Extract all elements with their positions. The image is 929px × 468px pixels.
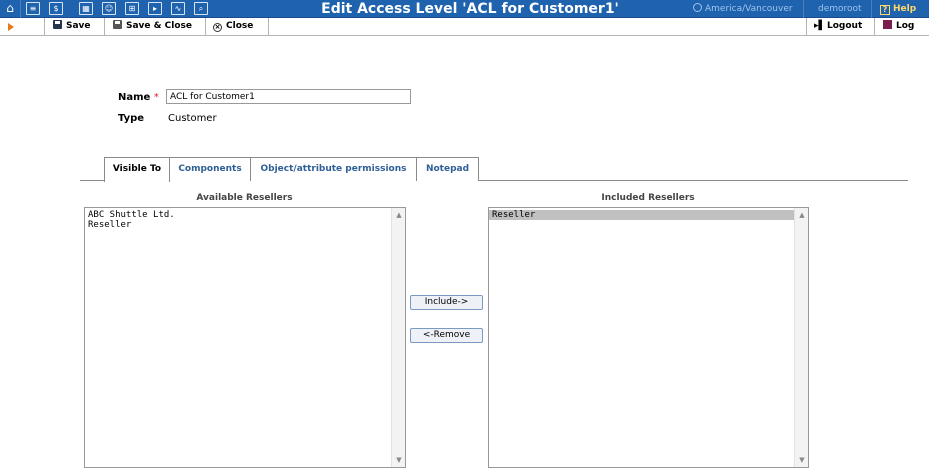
included-resellers-title: Included Resellers [601, 193, 695, 203]
list-item[interactable]: ABC Shuttle Ltd. [85, 210, 405, 220]
list-item[interactable]: Reseller [489, 210, 808, 220]
logout-label: Logout [827, 21, 863, 31]
clock-icon [693, 3, 702, 12]
log-button[interactable]: Log [883, 18, 914, 35]
close-icon: × [213, 23, 222, 32]
page-title: Edit Access Level 'ACL for Customer1' [321, 1, 619, 17]
help-icon: ? [880, 5, 890, 15]
tab-components[interactable]: Components [169, 157, 251, 181]
toolbar-separator [874, 18, 875, 36]
name-label-text: Name [118, 92, 151, 103]
save-button[interactable]: Save [53, 18, 91, 35]
tab-visible-to[interactable]: Visible To [104, 157, 170, 182]
toolbar-separator [205, 18, 206, 36]
included-resellers-list[interactable]: Reseller ▲ ▼ [488, 207, 809, 468]
forward-icon[interactable]: ▸ [148, 2, 162, 15]
save-close-button[interactable]: Save & Close [113, 18, 192, 35]
expand-arrow-icon[interactable] [8, 23, 14, 31]
top-separator [871, 0, 872, 18]
home-icon[interactable]: ⌂ [3, 2, 17, 15]
close-label: Close [226, 21, 254, 31]
toolbar-separator [44, 18, 45, 36]
save-close-icon [113, 20, 122, 29]
dollar-icon[interactable]: $ [49, 2, 63, 15]
list-item[interactable]: Reseller [85, 220, 405, 230]
scroll-down-icon[interactable]: ▼ [393, 454, 405, 466]
log-icon [883, 20, 892, 29]
search-icon[interactable]: ⌕ [194, 2, 208, 15]
available-resellers-list[interactable]: ABC Shuttle Ltd. Reseller ▲ ▼ [84, 207, 406, 468]
chart-icon[interactable]: ∿ [171, 2, 185, 15]
save-close-label: Save & Close [126, 21, 192, 31]
person-icon[interactable]: ☺ [102, 2, 116, 15]
name-input[interactable] [166, 89, 411, 104]
timezone-text: America/Vancouver [705, 4, 793, 14]
scroll-up-icon[interactable]: ▲ [796, 209, 808, 221]
name-label: Name * [118, 91, 159, 104]
include-button[interactable]: Include-> [410, 295, 483, 310]
toolbar-separator [268, 18, 269, 36]
save-label: Save [66, 21, 91, 31]
type-label: Type [118, 113, 145, 124]
scroll-up-icon[interactable]: ▲ [393, 209, 405, 221]
log-label: Log [896, 21, 915, 31]
help-text: Help [893, 4, 917, 14]
grid-icon[interactable]: ▦ [79, 2, 93, 15]
list-icon[interactable]: ≡ [26, 2, 40, 15]
remove-button[interactable]: <-Remove [410, 328, 483, 343]
scrollbar[interactable]: ▲ ▼ [391, 208, 405, 467]
top-separator [803, 0, 804, 18]
logout-icon: ▸▌ [814, 21, 826, 31]
close-button[interactable]: × Close [213, 18, 253, 35]
tab-object-attribute-permissions[interactable]: Object/attribute permissions [250, 157, 417, 181]
top-bar: ⌂ ≡ $ ▦ ☺ ⊞ ▸ ∿ ⌕ Edit Access Level 'ACL… [0, 0, 929, 18]
network-icon[interactable]: ⊞ [125, 2, 139, 15]
help-link[interactable]: ? Help [880, 3, 916, 15]
timezone-link[interactable]: America/Vancouver [693, 3, 793, 15]
tab-notepad[interactable]: Notepad [416, 157, 479, 181]
scrollbar[interactable]: ▲ ▼ [794, 208, 808, 467]
scroll-down-icon[interactable]: ▼ [796, 454, 808, 466]
save-icon [53, 20, 62, 29]
required-marker: * [153, 92, 159, 103]
type-value: Customer [168, 113, 217, 124]
toolbar-separator [104, 18, 105, 36]
toolbar: Save Save & Close × Close ▸▌ Logout Log [0, 18, 929, 36]
user-link[interactable]: demoroot [818, 3, 862, 15]
top-separator [20, 0, 21, 18]
logout-button[interactable]: ▸▌ Logout [814, 18, 862, 35]
toolbar-separator [806, 18, 807, 36]
available-resellers-title: Available Resellers [196, 193, 293, 203]
